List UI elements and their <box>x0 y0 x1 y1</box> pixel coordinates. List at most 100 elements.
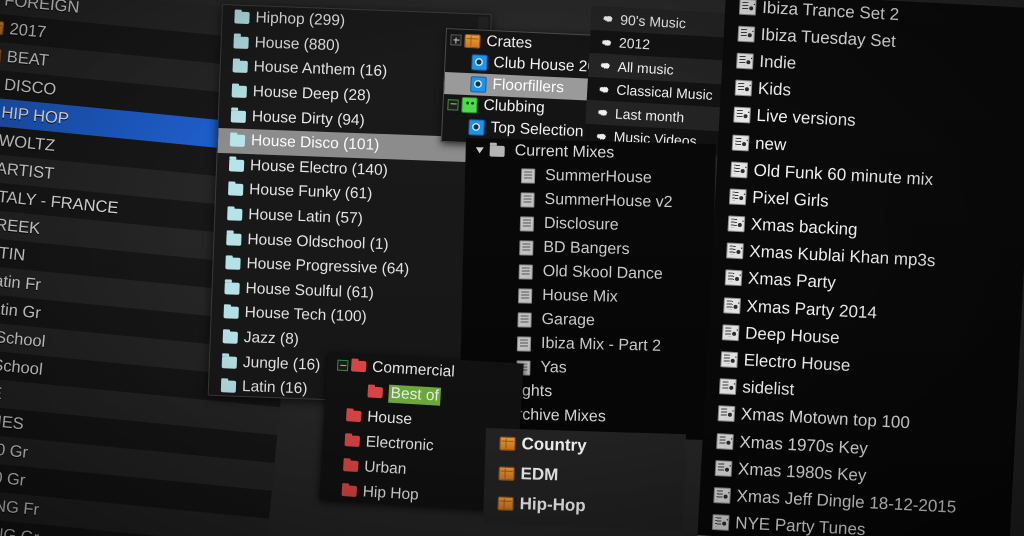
item-label: Floorfillers <box>492 76 564 97</box>
genre-crate-item[interactable]: Hip-Hop <box>483 488 684 524</box>
playlist-icon <box>726 243 744 260</box>
playlist-icon <box>739 0 757 15</box>
playlist-icon <box>732 134 750 151</box>
indent-spacer <box>463 270 507 271</box>
item-label: Commercial <box>372 358 456 381</box>
item-label: Yas <box>540 359 567 378</box>
item-label: Xmas Party 2014 <box>746 296 877 323</box>
crate-orange-icon <box>498 466 514 480</box>
indent-spacer <box>463 246 507 247</box>
item-label: A.School <box>0 326 46 351</box>
item-label: House Electro (140) <box>250 157 388 180</box>
playlist-icon <box>729 188 747 205</box>
playlist-icon <box>725 270 743 287</box>
item-label: House Mix <box>542 287 618 307</box>
playlist-icon <box>735 80 753 97</box>
folder-cyan-icon <box>227 208 242 221</box>
crate-orange-icon <box>497 496 513 510</box>
expand-plus-icon[interactable] <box>450 34 461 45</box>
item-label: Archive Mixes <box>506 406 606 426</box>
spacer <box>336 390 345 391</box>
item-label: Pixel Girls <box>752 188 829 212</box>
indent-spacer <box>348 391 368 392</box>
item-label: House Progressive (64) <box>246 255 409 279</box>
item-label: sidelist <box>742 378 795 401</box>
playlist-icon <box>737 25 755 42</box>
item-label: House Latin (57) <box>248 206 363 228</box>
item-label: Latin Gr <box>0 298 42 323</box>
collapse-minus-icon[interactable] <box>447 99 458 110</box>
crate-orange-icon <box>464 34 481 49</box>
playlist-icon <box>712 514 730 531</box>
item-label: House Dirty (94) <box>252 108 365 130</box>
item-label: 1960 Gr <box>0 465 26 490</box>
gear-icon <box>597 82 611 96</box>
item-label: Electronic <box>365 433 434 455</box>
folder-red-icon <box>346 410 362 422</box>
playlist-icon <box>713 487 731 504</box>
item-label: Jungle (16) <box>243 354 321 375</box>
doc-icon <box>520 192 534 207</box>
playlist-icon <box>719 378 737 395</box>
item-label: Urban <box>364 458 407 478</box>
crate-green-icon <box>461 97 478 114</box>
item-label: BEAT <box>6 47 50 70</box>
item-label: SummerHouse <box>545 167 652 188</box>
item-label: House Oldschool (1) <box>247 231 389 254</box>
folder-cyan-icon <box>232 86 247 99</box>
item-label: Hiphop (299) <box>255 10 345 31</box>
item-label: Xmas 1970s Key <box>739 432 868 459</box>
item-label: House Tech (100) <box>244 304 367 326</box>
folder-cyan-icon <box>228 184 243 197</box>
item-label: - LIVE <box>0 380 3 403</box>
item-label: Best of <box>388 384 441 405</box>
folder-cyan-icon <box>223 331 238 344</box>
folder-red-icon <box>341 485 357 497</box>
item-label: EDM <box>520 464 558 485</box>
playlist-icon <box>718 406 736 423</box>
item-label: WOLTZ <box>0 131 56 155</box>
item-label: House <box>367 408 413 429</box>
item-label: House Deep (28) <box>252 83 371 105</box>
folder-cyan-icon <box>225 258 240 271</box>
folder-cyan-icon <box>221 380 236 393</box>
item-label: - GREEK <box>0 213 41 239</box>
item-label: Hip Hop <box>362 483 419 504</box>
genre-crates-panel[interactable]: Country EDM Hip-Hop <box>483 428 686 530</box>
indent-spacer <box>464 222 508 223</box>
folder-cyan-icon <box>224 282 239 295</box>
playlists-panel[interactable]: Ibiza Trance Set 2Ibiza Tuesday SetIndie… <box>697 0 1024 536</box>
item-label: House (880) <box>254 34 340 55</box>
item-label: - LATIN <box>0 241 26 265</box>
item-label: new <box>755 133 787 155</box>
doc-icon <box>517 312 531 327</box>
doc-icon <box>519 240 533 255</box>
playlist-icon <box>715 460 733 477</box>
item-label: Current Mixes <box>514 142 614 162</box>
doc-icon <box>518 288 532 303</box>
folder-cyan-icon <box>229 159 244 172</box>
spacer <box>333 440 342 441</box>
playlist-icon <box>720 351 738 368</box>
chevron-down-icon[interactable] <box>476 147 484 153</box>
item-label: Top Selection <box>490 119 584 141</box>
item-label: SummerHouse v2 <box>544 191 672 212</box>
spacer <box>330 490 339 491</box>
indent-spacer <box>461 342 505 343</box>
item-label: B.School <box>0 354 44 379</box>
crate-blue-icon <box>468 119 485 136</box>
item-label: Country <box>521 434 587 456</box>
playlist-icon <box>730 161 748 178</box>
gear-icon <box>601 12 615 26</box>
item-label: DISCO <box>3 75 57 99</box>
item-label: All music <box>617 58 674 77</box>
folder-cyan-icon <box>230 135 245 148</box>
item-label: BD Bangers <box>543 239 630 259</box>
item-label: Clubbing <box>483 97 545 118</box>
doc-icon <box>519 264 533 279</box>
playlist-icon <box>736 53 754 70</box>
item-label: Indie <box>759 52 797 74</box>
collapse-minus-icon[interactable] <box>337 360 349 372</box>
folder-red-icon <box>344 435 360 447</box>
screenshot-stage: - FOREIGN2017BEATDISCOHIP HOPWOLTZARTIST… <box>0 0 1024 536</box>
